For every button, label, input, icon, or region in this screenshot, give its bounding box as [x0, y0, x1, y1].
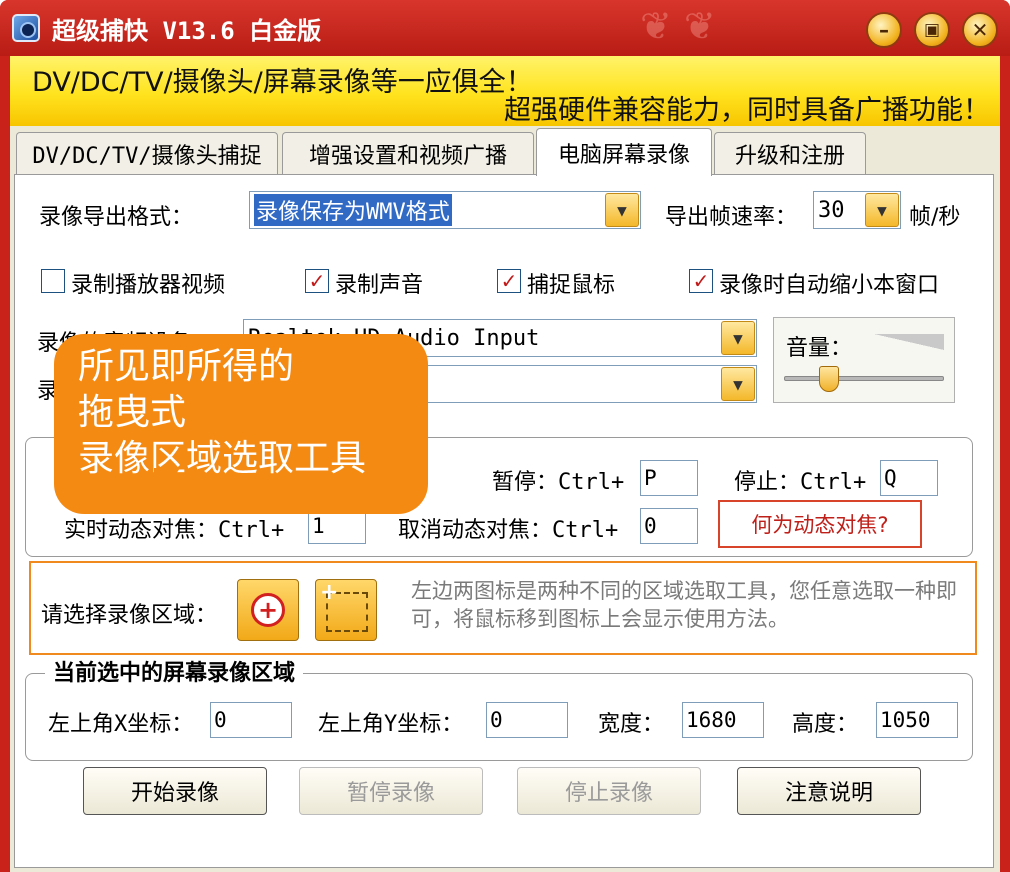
y-coord-input[interactable]: 0 — [486, 702, 568, 738]
x-coord-label: 左上角X坐标： — [48, 712, 194, 737]
dynamic-focus-help-link[interactable]: 何为动态对焦? — [718, 500, 922, 548]
volume-slider-thumb[interactable] — [819, 366, 839, 392]
region-select-box: 请选择录像区域： + + 左边两图标是两种不同的区域选取工具，您任意选取一种即可… — [29, 561, 977, 655]
minimize-button[interactable]: – — [866, 12, 902, 48]
width-label: 宽度： — [598, 712, 665, 737]
cancel-focus-hotkey-label: 取消动态对焦：Ctrl+ — [398, 518, 619, 543]
volume-ramp-icon — [874, 334, 944, 350]
maximize-button[interactable]: ▣ — [914, 12, 950, 48]
pause-recording-button[interactable]: 暂停录像 — [299, 767, 483, 815]
tab-screen-recording[interactable]: 电脑屏幕录像 — [536, 128, 712, 176]
title-bar[interactable]: 超级捕快 V13.6 白金版 ❦ ❦ – ▣ ✕ — [0, 0, 1010, 56]
camera-app-icon[interactable] — [12, 14, 40, 42]
checkbox-capture-mouse[interactable]: ✓ — [497, 269, 521, 293]
chevron-down-icon[interactable]: ▼ — [865, 193, 899, 227]
volume-box: 音量： — [773, 317, 955, 403]
main-window: 超级捕快 V13.6 白金版 ❦ ❦ – ▣ ✕ DV/DC/TV/摄像头/屏幕… — [0, 0, 1010, 872]
volume-label: 音量： — [786, 336, 853, 361]
chevron-down-icon[interactable]: ▼ — [605, 193, 639, 227]
crosshair-tool-button[interactable]: + — [237, 579, 299, 641]
minimize-icon: – — [879, 18, 889, 42]
chevron-down-icon[interactable]: ▼ — [721, 321, 755, 355]
fps-selected-value: 30 — [818, 197, 845, 223]
cancel-focus-hotkey-input[interactable]: 0 — [640, 508, 698, 544]
format-selected-value: 录像保存为WMV格式 — [254, 194, 452, 226]
check-label-auto-minimize: 录像时自动缩小本窗口 — [719, 273, 940, 298]
height-input[interactable]: 1050 — [876, 702, 958, 738]
check-label-record-player: 录制播放器视频 — [71, 273, 226, 298]
screen-recording-panel: 录像导出格式： 录像保存为WMV格式 ▼ 导出帧速率： 30 ▼ 帧/秒 录制播… — [14, 174, 994, 868]
callout-line-2: 拖曳式 — [78, 392, 187, 433]
fps-unit: 帧/秒 — [909, 205, 961, 230]
feature-callout: 所见即所得的 拖曳式 录像区域选取工具 — [54, 334, 428, 514]
width-input[interactable]: 1680 — [682, 702, 764, 738]
region-hint-text: 左边两图标是两种不同的区域选取工具，您任意选取一种即可，将鼠标移到图标上会显示使… — [411, 579, 957, 631]
close-icon: ✕ — [971, 18, 989, 42]
plus-icon: + — [320, 580, 339, 605]
tab-capture[interactable]: DV/DC/TV/摄像头捕捉 — [16, 132, 278, 174]
check-label-record-sound: 录制声音 — [335, 273, 424, 298]
focus-hotkey-label: 实时动态对焦：Ctrl+ — [64, 518, 285, 543]
banner-line-2: 超强硬件兼容能力，同时具备广播功能！ — [504, 95, 990, 126]
checkbox-auto-minimize[interactable]: ✓ — [689, 269, 713, 293]
y-coord-label: 左上角Y坐标： — [318, 712, 464, 737]
callout-line-3: 录像区域选取工具 — [78, 438, 367, 479]
checkbox-record-player[interactable] — [41, 269, 65, 293]
maximize-icon: ▣ — [923, 20, 941, 40]
crosshair-icon: + — [251, 593, 285, 627]
format-label: 录像导出格式： — [39, 205, 194, 230]
pause-hotkey-label: 暂停：Ctrl+ — [492, 470, 625, 495]
stop-hotkey-label: 停止：Ctrl+ — [734, 470, 867, 495]
chevron-down-icon[interactable]: ▼ — [721, 367, 755, 401]
banner-line-1: DV/DC/TV/摄像头/屏幕录像等一应俱全！ — [32, 67, 533, 98]
stop-recording-button[interactable]: 停止录像 — [517, 767, 701, 815]
window-title: 超级捕快 V13.6 白金版 — [52, 17, 322, 45]
callout-line-1: 所见即所得的 — [78, 346, 295, 387]
decorative-swirl-icon: ❦ ❦ — [640, 4, 716, 48]
check-label-capture-mouse: 捕捉鼠标 — [527, 273, 616, 298]
drag-rectangle-tool-button[interactable]: + — [315, 579, 377, 641]
tab-upgrade-register[interactable]: 升级和注册 — [714, 132, 866, 174]
close-button[interactable]: ✕ — [962, 12, 998, 48]
volume-slider-track[interactable] — [784, 376, 944, 381]
current-region-title: 当前选中的屏幕录像区域 — [45, 655, 304, 687]
promo-banner: DV/DC/TV/摄像头/屏幕录像等一应俱全！ 超强硬件兼容能力，同时具备广播功… — [10, 56, 1000, 126]
checkbox-record-sound[interactable]: ✓ — [305, 269, 329, 293]
pause-hotkey-input[interactable]: P — [640, 460, 698, 496]
format-select[interactable]: 录像保存为WMV格式 ▼ — [249, 191, 641, 229]
start-recording-button[interactable]: 开始录像 — [83, 767, 267, 815]
fps-label: 导出帧速率： — [665, 205, 798, 230]
notes-button[interactable]: 注意说明 — [737, 767, 921, 815]
stop-hotkey-input[interactable]: Q — [880, 460, 938, 496]
region-label: 请选择录像区域： — [41, 603, 218, 628]
tab-enhanced-settings[interactable]: 增强设置和视频广播 — [282, 132, 534, 174]
x-coord-input[interactable]: 0 — [210, 702, 292, 738]
height-label: 高度： — [792, 712, 859, 737]
fps-select[interactable]: 30 ▼ — [813, 191, 901, 229]
